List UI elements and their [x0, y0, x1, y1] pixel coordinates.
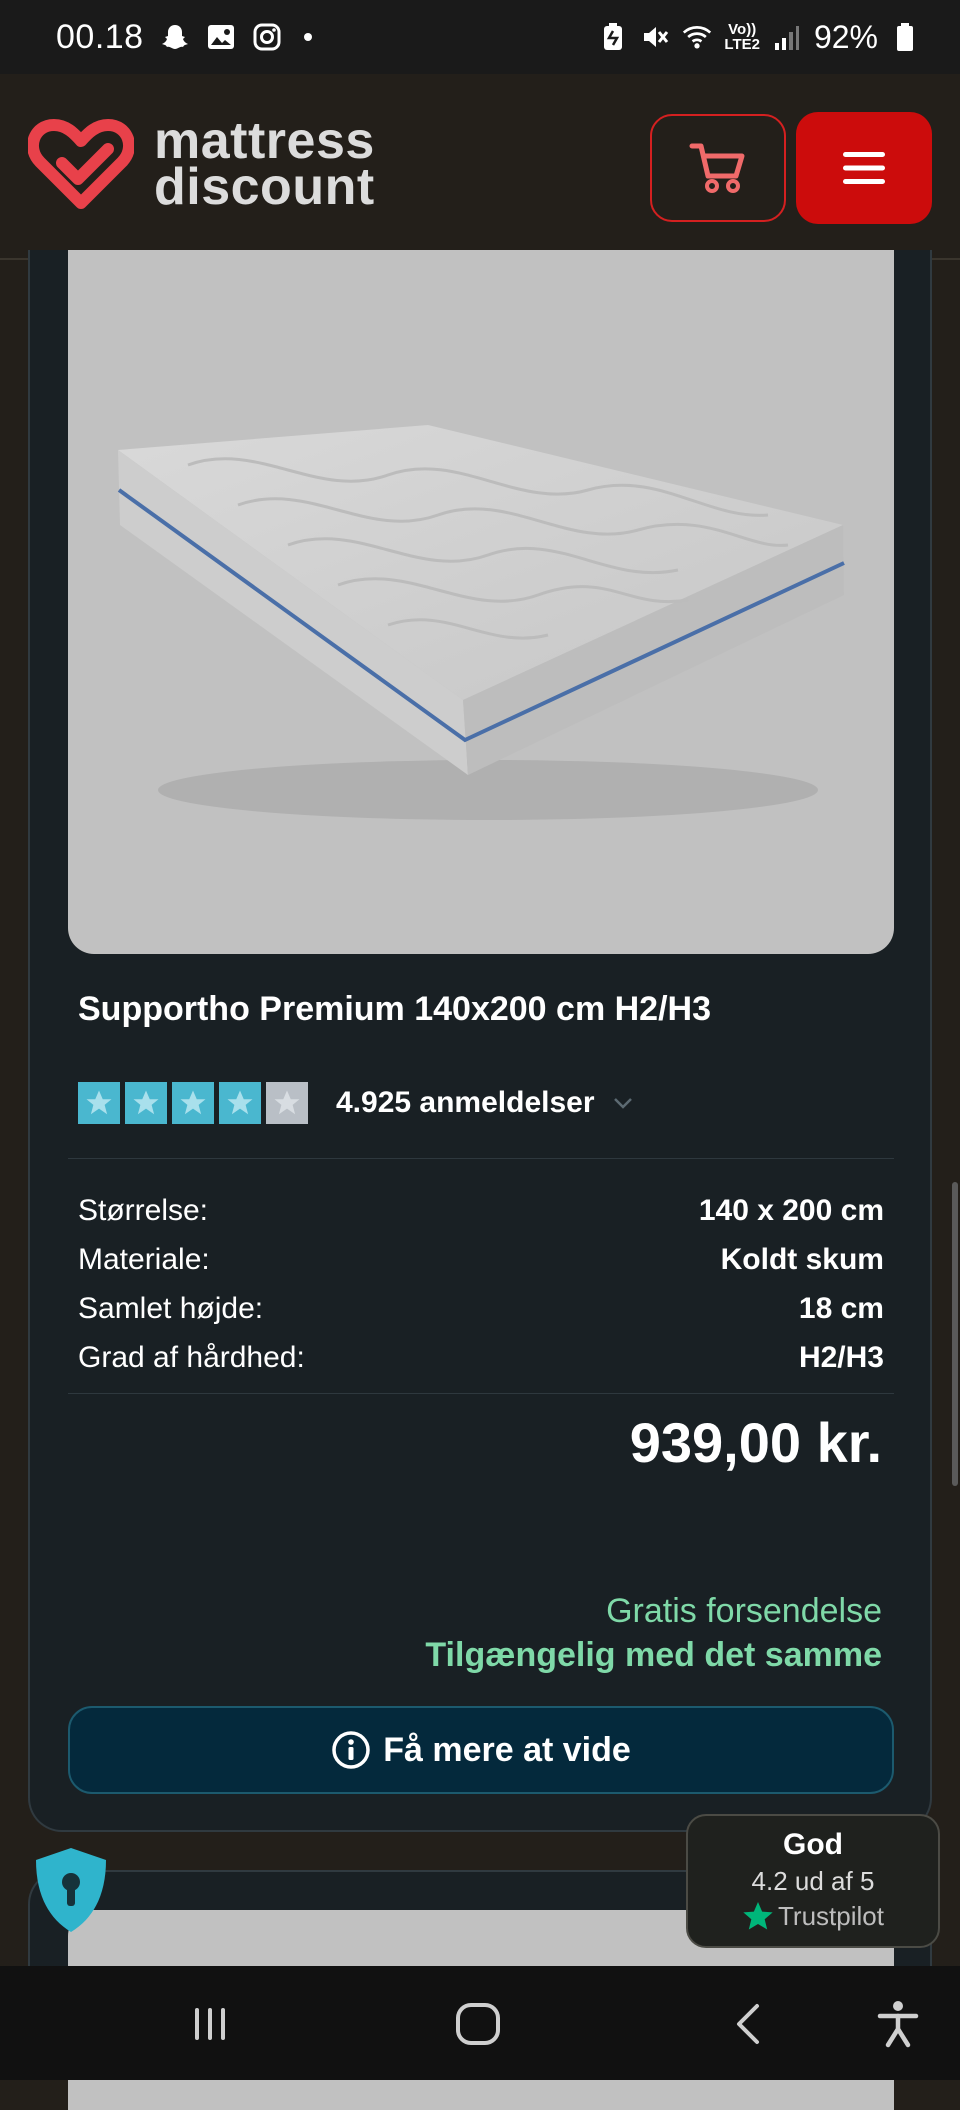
spec-value: H2/H3: [798, 1340, 884, 1374]
logo-line-2: discount: [154, 158, 375, 216]
spec-row: Samlet højde: 18 cm: [78, 1284, 884, 1333]
trustpilot-star-icon: [743, 1902, 773, 1930]
trustpilot-widget[interactable]: God 4.2 ud af 5 Trustpilot: [686, 1814, 940, 1948]
network-type-label: Vo)) LTE2: [724, 22, 760, 52]
snapchat-notification-icon: [160, 22, 190, 52]
accessibility-button[interactable]: [868, 1996, 928, 2052]
gallery-notification-icon: [206, 22, 236, 52]
spec-row: Materiale: Koldt skum: [78, 1235, 884, 1284]
trustpilot-brand: Trustpilot: [778, 1900, 884, 1931]
trustpilot-score: 4.2 ud af 5: [751, 1866, 875, 1896]
back-button[interactable]: [718, 1996, 778, 2052]
logo-wordmark: mattress discount: [154, 115, 375, 216]
star-icon: [125, 1082, 167, 1124]
instagram-notification-icon: [252, 22, 282, 52]
spec-label: Samlet højde:: [78, 1291, 264, 1325]
spec-row: Størrelse: 140 x 200 cm: [78, 1186, 884, 1235]
status-left: 00.18: [56, 18, 312, 57]
shipping-info: Gratis forsendelse: [606, 1592, 882, 1630]
scrollbar-thumb[interactable]: [952, 1182, 958, 1486]
battery-percent: 92%: [813, 18, 878, 55]
spec-label: Grad af hårdhed:: [78, 1340, 305, 1374]
recent-apps-icon: [195, 2008, 225, 2040]
hamburger-menu-icon: [843, 152, 885, 184]
star-icon: [266, 1082, 308, 1124]
divider: [68, 1393, 894, 1394]
star-icon: [219, 1082, 261, 1124]
rating-row[interactable]: 4.925 anmeldelser: [78, 1082, 633, 1124]
status-bar: 00.18 Vo)) LTE2 92%: [0, 0, 960, 74]
star-icon: [78, 1082, 120, 1124]
heart-check-logo-icon: [28, 119, 134, 209]
home-button[interactable]: [448, 1996, 508, 2052]
divider: [68, 1158, 894, 1159]
spec-list: Størrelse: 140 x 200 cm Materiale: Koldt…: [78, 1186, 884, 1382]
product-card: Supportho Premium 140x200 cm H2/H3 4.925…: [28, 250, 932, 1832]
trustpilot-brand-row: Trustpilot: [688, 1900, 938, 1932]
battery-icon: [890, 22, 920, 52]
spec-label: Størrelse:: [78, 1193, 209, 1227]
star-rating: [78, 1082, 308, 1124]
site-header: mattress discount: [0, 74, 960, 260]
home-icon: [456, 2003, 500, 2045]
mute-icon: [640, 22, 670, 52]
recent-apps-button[interactable]: [180, 1996, 240, 2052]
info-icon: [332, 1731, 370, 1769]
accessibility-icon: [877, 2001, 919, 2048]
learn-more-label: Få mere at vide: [383, 1730, 631, 1769]
cart-icon: [689, 143, 745, 193]
star-icon: [172, 1082, 214, 1124]
product-price: 939,00 kr.: [629, 1411, 882, 1474]
learn-more-button[interactable]: Få mere at vide: [68, 1706, 894, 1794]
chevron-down-icon[interactable]: [613, 1096, 633, 1110]
battery-saver-icon: [598, 22, 628, 52]
spec-value: 18 cm: [798, 1291, 884, 1325]
system-nav-bar: [0, 1966, 960, 2080]
back-icon: [737, 2004, 759, 2044]
signal-strength-icon: [772, 22, 802, 52]
more-notifications-dot: [303, 33, 312, 41]
shield-keyhole-icon[interactable]: [30, 1844, 112, 1936]
spec-value: 140 x 200 cm: [698, 1193, 884, 1227]
review-count[interactable]: 4.925 anmeldelser: [336, 1086, 595, 1120]
product-title[interactable]: Supportho Premium 140x200 cm H2/H3: [78, 990, 711, 1029]
mattress-illustration: [117, 425, 845, 820]
trustpilot-rating-word: God: [783, 1828, 843, 1861]
menu-button[interactable]: [796, 112, 932, 224]
spec-value: Koldt skum: [720, 1242, 884, 1276]
spec-row: Grad af hårdhed: H2/H3: [78, 1333, 884, 1382]
cart-button[interactable]: [650, 114, 786, 222]
status-right: Vo)) LTE2 92%: [598, 19, 920, 56]
product-image[interactable]: [68, 250, 894, 954]
site-logo[interactable]: mattress discount: [28, 115, 375, 216]
lte-label: LTE2: [724, 36, 760, 53]
spec-label: Materiale:: [78, 1242, 210, 1276]
wifi-icon: [682, 22, 712, 52]
status-time: 00.18: [56, 17, 144, 56]
availability-info: Tilgængelig med det samme: [425, 1636, 882, 1674]
